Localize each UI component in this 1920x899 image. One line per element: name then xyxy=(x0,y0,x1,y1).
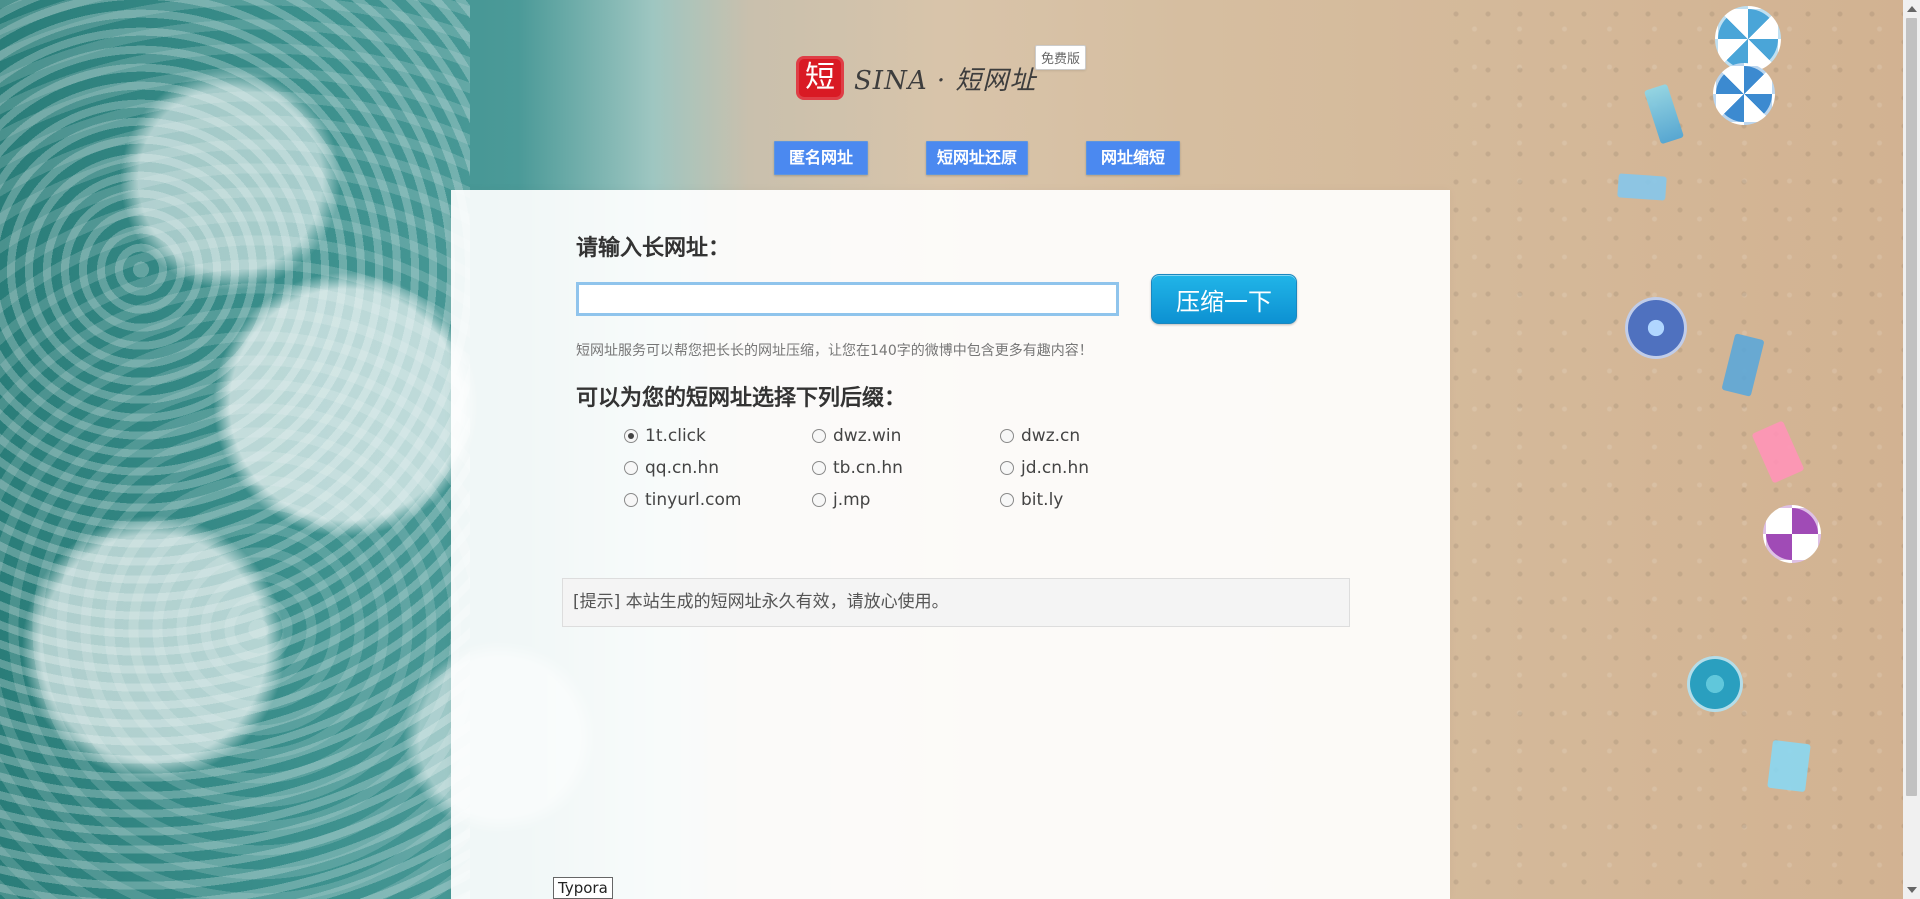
compress-button[interactable]: 压缩一下 xyxy=(1151,274,1297,324)
beach-umbrella-icon xyxy=(1713,63,1775,125)
suffix-option-qq-cn-hn[interactable]: qq.cn.hn xyxy=(624,458,812,478)
radio-button-selected[interactable] xyxy=(624,429,638,443)
scroll-up-icon[interactable] xyxy=(1907,6,1917,12)
radio-button[interactable] xyxy=(812,429,826,443)
suffix-option-label: j.mp xyxy=(833,490,871,510)
radio-button[interactable] xyxy=(1000,493,1014,507)
suffix-option-tb-cn-hn[interactable]: tb.cn.hn xyxy=(812,458,1000,478)
suffix-option-dwz-cn[interactable]: dwz.cn xyxy=(1000,426,1188,446)
nav-anonymous-url[interactable]: 匿名网址 xyxy=(774,141,868,175)
suffix-option-j-mp[interactable]: j.mp xyxy=(812,490,1000,510)
nav-short-url-restore[interactable]: 短网址还原 xyxy=(926,141,1029,175)
suffix-option-label: 1t.click xyxy=(645,426,706,446)
suffix-option-label: tb.cn.hn xyxy=(833,458,903,478)
suffix-option-tinyurl-com[interactable]: tinyurl.com xyxy=(624,490,812,510)
vertical-scrollbar[interactable] xyxy=(1903,0,1920,899)
radio-button[interactable] xyxy=(1000,429,1014,443)
radio-button[interactable] xyxy=(1000,461,1014,475)
service-description: 短网址服务可以帮您把长长的网址压缩，让您在140字的微博中包含更多有趣内容！ xyxy=(576,343,1093,359)
scroll-down-icon[interactable] xyxy=(1907,887,1917,893)
logo-text: SINA · 短网址 xyxy=(854,66,1037,96)
suffix-option-1t-click[interactable]: 1t.click xyxy=(624,426,812,446)
suffix-option-label: tinyurl.com xyxy=(645,490,742,510)
notice-box: [提示] 本站生成的短网址永久有效，请放心使用。 xyxy=(562,578,1350,627)
logo-mark: 短 xyxy=(796,56,844,100)
shortener-form: 请输入长网址： 压缩一下 短网址服务可以帮您把长长的网址压缩，让您在140字的微… xyxy=(576,230,1356,510)
radio-button[interactable] xyxy=(812,493,826,507)
site-logo: 短 SINA · 短网址 xyxy=(796,54,1046,110)
radio-button[interactable] xyxy=(812,461,826,475)
radio-button[interactable] xyxy=(624,493,638,507)
beach-umbrella-icon xyxy=(1687,656,1743,712)
ocean-surf-texture xyxy=(0,0,470,899)
beach-towel xyxy=(1617,173,1667,201)
suffix-option-dwz-win[interactable]: dwz.win xyxy=(812,426,1000,446)
suffix-options: 1t.click dwz.win dwz.cn qq.cn.hn tb.cn.h… xyxy=(624,426,1356,510)
free-version-badge: 免费版 xyxy=(1035,45,1087,70)
suffix-option-label: qq.cn.hn xyxy=(645,458,720,478)
suffix-option-bit-ly[interactable]: bit.ly xyxy=(1000,490,1188,510)
beach-umbrella-icon xyxy=(1715,6,1781,72)
long-url-input[interactable] xyxy=(576,282,1119,316)
typora-tooltip: Typora xyxy=(553,877,613,899)
long-url-label: 请输入长网址： xyxy=(576,235,731,261)
beach-umbrella-icon xyxy=(1625,297,1687,359)
suffix-label: 可以为您的短网址选择下列后缀： xyxy=(576,385,907,411)
suffix-option-label: dwz.win xyxy=(833,426,902,446)
suffix-option-label: dwz.cn xyxy=(1021,426,1081,446)
nav-url-shorten[interactable]: 网址缩短 xyxy=(1086,141,1181,175)
scrollbar-thumb[interactable] xyxy=(1906,18,1917,796)
url-input-row: 压缩一下 xyxy=(576,274,1356,324)
suffix-option-label: bit.ly xyxy=(1021,490,1064,510)
beach-umbrella-icon xyxy=(1763,505,1821,563)
radio-button[interactable] xyxy=(624,461,638,475)
top-navigation: 匿名网址 短网址还原 网址缩短 xyxy=(774,141,1181,175)
beach-towel xyxy=(1767,739,1811,793)
suffix-option-jd-cn-hn[interactable]: jd.cn.hn xyxy=(1000,458,1188,478)
suffix-option-label: jd.cn.hn xyxy=(1021,458,1089,478)
